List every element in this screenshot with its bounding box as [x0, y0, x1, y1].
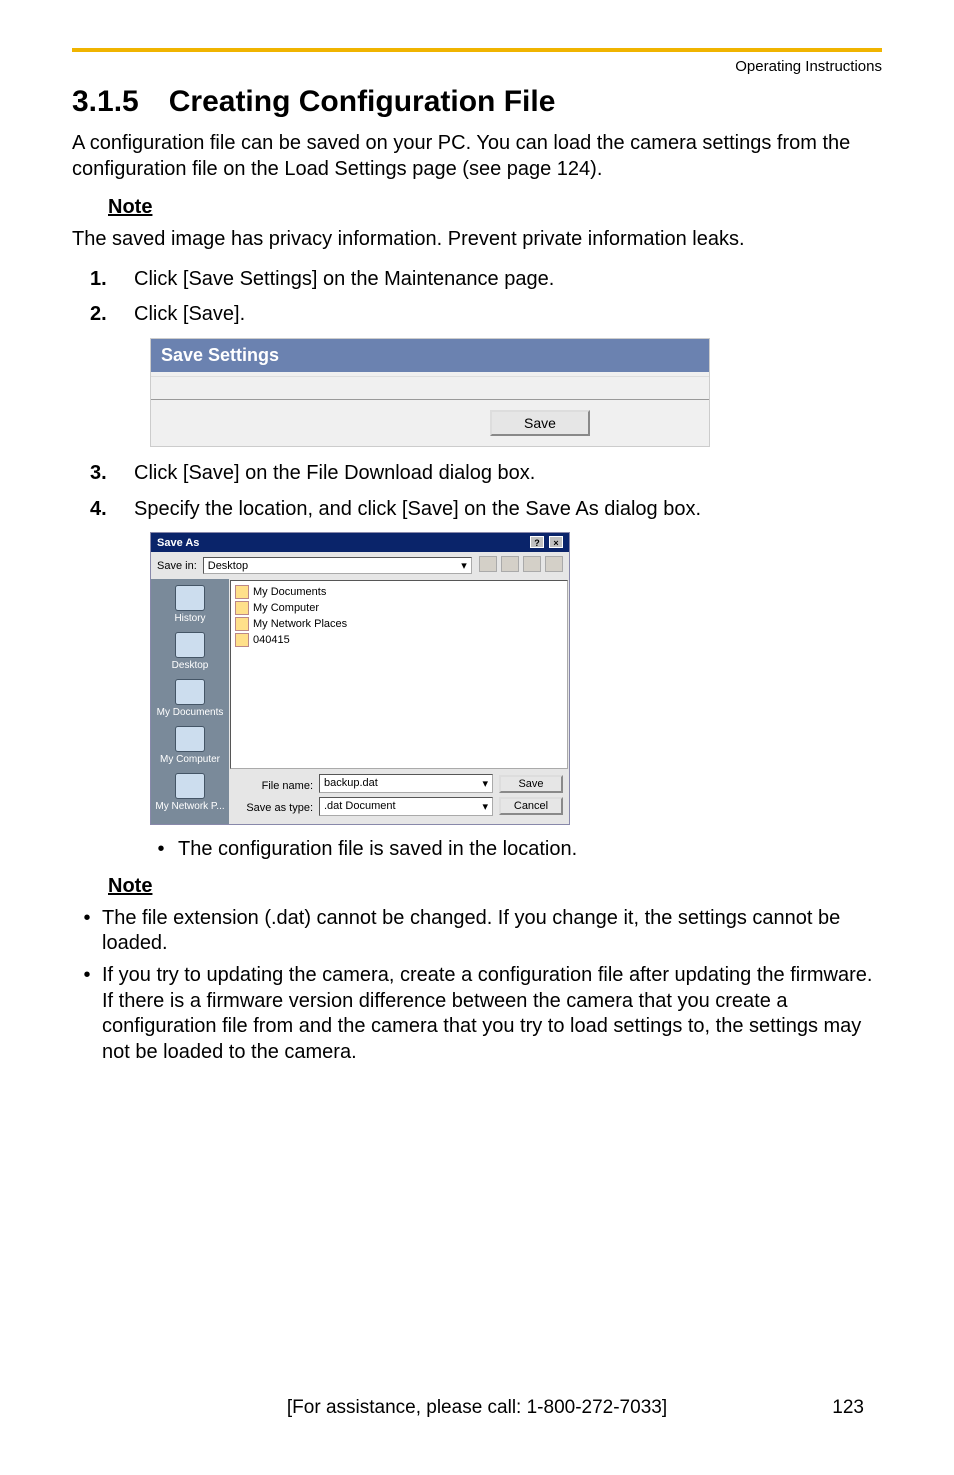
- network-icon: [235, 617, 249, 631]
- step-1: 1. Click [Save Settings] on the Maintena…: [72, 267, 882, 293]
- save-type-select[interactable]: .dat Document▾: [319, 797, 493, 816]
- list-item[interactable]: My Computer: [235, 601, 563, 615]
- list-item[interactable]: My Network Places: [235, 617, 563, 631]
- computer-icon: [235, 601, 249, 615]
- folder-icon: [235, 633, 249, 647]
- note2-text-1: The file extension (.dat) cannot be chan…: [102, 906, 882, 957]
- header-operating: Operating Instructions: [72, 58, 882, 75]
- confirmation-list: • The configuration file is saved in the…: [144, 837, 882, 863]
- save-type-label: Save as type:: [235, 797, 313, 819]
- history-icon: [175, 585, 205, 611]
- file-list-pane[interactable]: My Documents My Computer My Network Plac…: [230, 580, 568, 769]
- step-4-text: Specify the location, and click [Save] o…: [134, 497, 882, 523]
- note2-item-1: • The file extension (.dat) cannot be ch…: [72, 906, 882, 957]
- save-settings-panel: Save Settings Save: [150, 338, 710, 447]
- chevron-down-icon: ▾: [482, 800, 488, 813]
- places-history[interactable]: History: [151, 585, 229, 624]
- save-as-cancel-button[interactable]: Cancel: [499, 797, 563, 815]
- step-2-num: 2.: [90, 302, 134, 328]
- note1-text: The saved image has privacy information.…: [72, 227, 882, 253]
- mynet-icon: [175, 773, 205, 799]
- save-as-titlebar: Save As ? ×: [151, 533, 569, 552]
- save-settings-save-button[interactable]: Save: [490, 410, 590, 436]
- chevron-down-icon: ▾: [482, 777, 488, 790]
- chevron-down-icon: ▾: [461, 559, 467, 572]
- bullet-dot: •: [72, 906, 102, 957]
- save-as-dialog: Save As ? × Save in: Desktop ▾ History D…: [150, 532, 570, 825]
- step-1-num: 1.: [90, 267, 134, 293]
- page-number: 123: [832, 1397, 864, 1419]
- places-mycomp[interactable]: My Computer: [151, 726, 229, 765]
- file-name-input[interactable]: backup.dat▾: [319, 774, 493, 793]
- bullet-dot: •: [144, 837, 178, 863]
- step-2: 2. Click [Save].: [72, 302, 882, 328]
- note2-item-2: • If you try to updating the camera, cre…: [72, 963, 882, 1065]
- places-mynet[interactable]: My Network P...: [151, 773, 229, 812]
- save-settings-title: Save Settings: [151, 339, 709, 372]
- save-in-label: Save in:: [157, 560, 197, 572]
- bullet-dot: •: [72, 963, 102, 1065]
- save-settings-divider: [151, 376, 709, 400]
- views-icon[interactable]: [545, 556, 563, 572]
- file-name-label: File name:: [235, 775, 313, 797]
- intro-paragraph: A configuration file can be saved on you…: [72, 131, 882, 182]
- save-as-save-button[interactable]: Save: [499, 775, 563, 793]
- footer-assistance: [For assistance, please call: 1-800-272-…: [0, 1397, 954, 1419]
- places-desktop[interactable]: Desktop: [151, 632, 229, 671]
- note2-list: • The file extension (.dat) cannot be ch…: [72, 906, 882, 1066]
- mycomp-icon: [175, 726, 205, 752]
- places-mydocs[interactable]: My Documents: [151, 679, 229, 718]
- confirmation-text: The configuration file is saved in the l…: [178, 837, 577, 863]
- save-as-window-icons: ? ×: [528, 536, 563, 549]
- step-4-num: 4.: [90, 497, 134, 523]
- step-1-text: Click [Save Settings] on the Maintenance…: [134, 267, 882, 293]
- note-heading-2: Note: [108, 875, 882, 898]
- steps-list: 1. Click [Save Settings] on the Maintena…: [72, 267, 882, 328]
- desktop-icon: [175, 632, 205, 658]
- save-as-toolbar: [478, 556, 563, 575]
- list-item[interactable]: My Documents: [235, 585, 563, 599]
- newfolder-icon[interactable]: [523, 556, 541, 572]
- confirmation-item: • The configuration file is saved in the…: [144, 837, 882, 863]
- step-3: 3. Click [Save] on the File Download dia…: [72, 461, 882, 487]
- section-number: 3.1.5: [72, 85, 139, 118]
- places-bar: History Desktop My Documents My Computer…: [151, 579, 229, 824]
- steps-list-cont: 3. Click [Save] on the File Download dia…: [72, 461, 882, 522]
- section-title: 3.1.5 Creating Configuration File: [72, 85, 882, 119]
- step-2-text: Click [Save].: [134, 302, 882, 328]
- list-item[interactable]: 040415: [235, 633, 563, 647]
- save-in-location: Desktop: [208, 560, 248, 572]
- mydocs-icon: [175, 679, 205, 705]
- close-icon[interactable]: ×: [549, 536, 563, 548]
- up-icon[interactable]: [501, 556, 519, 572]
- back-icon[interactable]: [479, 556, 497, 572]
- step-4: 4. Specify the location, and click [Save…: [72, 497, 882, 523]
- note-heading-1: Note: [108, 196, 882, 219]
- folder-icon: [235, 585, 249, 599]
- step-3-num: 3.: [90, 461, 134, 487]
- note2-text-2: If you try to updating the camera, creat…: [102, 963, 882, 1065]
- accent-rule: [72, 48, 882, 52]
- section-title-text: Creating Configuration File: [169, 85, 556, 118]
- help-icon[interactable]: ?: [530, 536, 544, 548]
- step-3-text: Click [Save] on the File Download dialog…: [134, 461, 882, 487]
- save-as-title-text: Save As: [157, 537, 199, 549]
- save-in-dropdown[interactable]: Desktop ▾: [203, 557, 472, 574]
